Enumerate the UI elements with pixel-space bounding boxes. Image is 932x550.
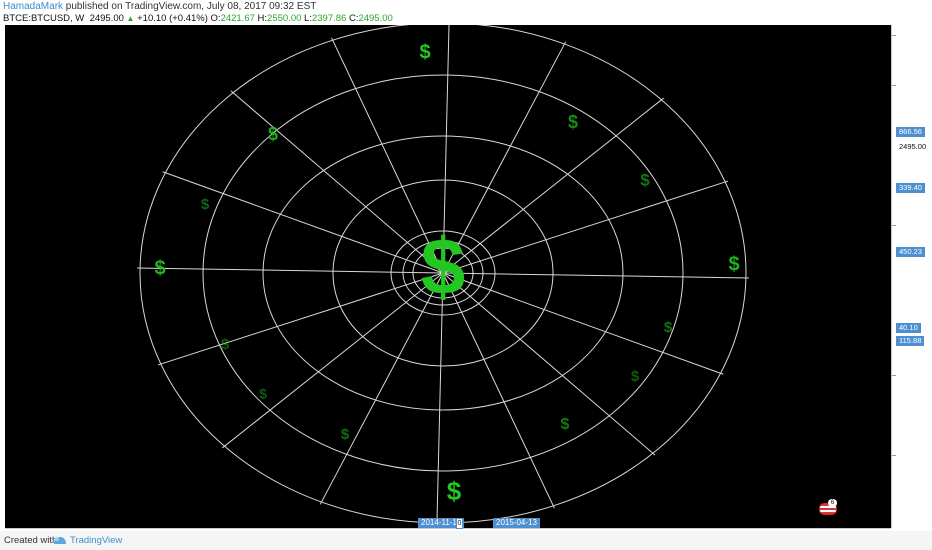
dollar-sign-icon: $ bbox=[341, 426, 350, 443]
price-label: 40.10 bbox=[896, 323, 921, 333]
dollar-sign-icon: $ bbox=[728, 253, 739, 275]
radial-spoke bbox=[442, 97, 664, 274]
price-label: 866.56 bbox=[896, 127, 925, 137]
dollar-sign-icon: $ bbox=[419, 41, 430, 63]
radial-spoke bbox=[442, 272, 656, 456]
radial-spoke bbox=[222, 272, 444, 449]
dollar-sign-icon: $ bbox=[631, 368, 640, 385]
time-label-stub: 0 bbox=[456, 518, 463, 529]
arrow-up-icon: ▲ bbox=[126, 14, 135, 23]
dollar-sign-icon: $ bbox=[568, 112, 578, 132]
tradingview-link[interactable]: TradingView bbox=[70, 535, 122, 546]
dollar-sign-icon: $ bbox=[221, 336, 230, 353]
price-tick bbox=[892, 85, 896, 86]
radial-spoke bbox=[442, 272, 749, 279]
dollar-sign-icon: $ bbox=[561, 416, 570, 433]
close-value: 2495.00 bbox=[358, 13, 393, 24]
radial-spoke bbox=[157, 272, 444, 366]
center-dollar-sign-icon: $ bbox=[421, 222, 466, 311]
price-label: 450.23 bbox=[896, 247, 925, 257]
dollar-sign-icon: $ bbox=[201, 196, 210, 213]
price-change: +10.10 (+0.41%) bbox=[137, 13, 208, 24]
published-text: published on TradingView.com, July 08, 2… bbox=[63, 1, 317, 12]
notification-badge: 6 bbox=[828, 499, 837, 507]
tradingview-logo-icon[interactable] bbox=[53, 535, 67, 545]
symbol-info-bar: BTCE:BTCUSD, W 2495.00 ▲ +10.10 (+0.41%)… bbox=[3, 13, 393, 24]
dollar-sign-icon: $ bbox=[268, 124, 278, 144]
high-value: 2550.00 bbox=[267, 13, 302, 24]
open-label: O: bbox=[210, 13, 221, 24]
dollar-sign-icon: $ bbox=[154, 257, 165, 279]
price-label: 115.88 bbox=[896, 336, 925, 346]
time-axis[interactable] bbox=[5, 528, 891, 529]
dollar-sign-icon: $ bbox=[640, 170, 650, 189]
author-link[interactable]: HamadaMark bbox=[3, 1, 63, 12]
price-tick bbox=[892, 375, 896, 376]
symbol-name[interactable]: BTCE:BTCUSD, W bbox=[3, 13, 84, 24]
created-with-text: Created with bbox=[4, 535, 58, 546]
high-label: H: bbox=[257, 13, 268, 24]
dollar-sign-icon: $ bbox=[664, 319, 673, 336]
current-price-label: 2495.00 bbox=[899, 142, 927, 151]
dollar-sign-icon: $ bbox=[259, 386, 267, 402]
time-label: 2015-04-13 bbox=[493, 518, 540, 528]
price-axis[interactable]: 866.56 2495.00 339.40 450.23 40.10 115.8… bbox=[891, 25, 932, 528]
circular-drawing: $ $ $ $ $ $ $ $ $ $ $ $ $ $ $ bbox=[137, 25, 749, 526]
radial-spoke bbox=[442, 180, 729, 274]
price-tick bbox=[892, 455, 896, 456]
chart-canvas[interactable]: $ $ $ $ $ $ $ $ $ $ $ $ $ $ $ bbox=[5, 25, 891, 528]
radial-spoke bbox=[230, 90, 444, 274]
low-label: L: bbox=[304, 13, 312, 24]
low-value: 2397.86 bbox=[311, 13, 347, 24]
price-label: 339.40 bbox=[896, 183, 925, 193]
last-price: 2495.00 bbox=[89, 13, 124, 24]
publish-info: HamadaMark published on TradingView.com,… bbox=[3, 1, 316, 12]
dollar-sign-icon: $ bbox=[447, 476, 462, 506]
radial-spoke bbox=[137, 267, 444, 274]
price-tick bbox=[892, 35, 896, 36]
open-value: 2421.67 bbox=[220, 13, 255, 24]
footer: Created with TradingView bbox=[0, 531, 932, 550]
price-tick bbox=[892, 225, 896, 226]
